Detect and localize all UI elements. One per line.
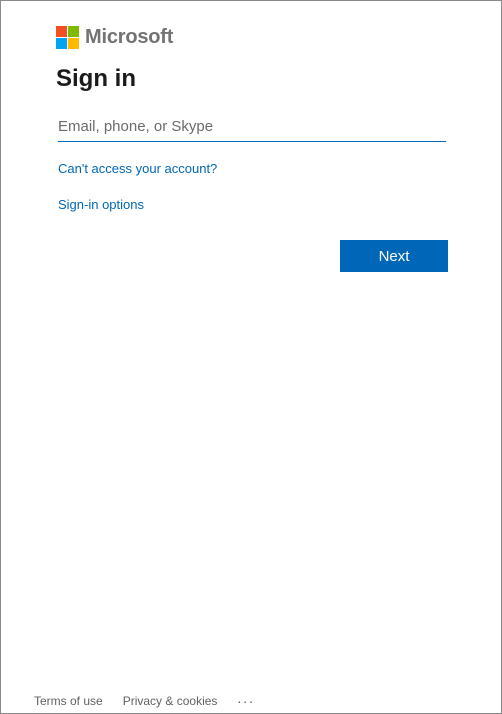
footer: Terms of use Privacy & cookies ... [34,690,255,709]
microsoft-wordmark: Microsoft [85,26,174,48]
page-title: Sign in [56,65,136,92]
microsoft-logo-icon [56,26,79,49]
next-button[interactable]: Next [340,240,448,272]
signin-options-link[interactable]: Sign-in options [58,197,144,212]
microsoft-logo: Microsoft [56,26,173,49]
signin-dialog: Microsoft Sign in Can't access your acco… [0,0,502,714]
more-options-icon[interactable]: ... [237,690,255,706]
email-field[interactable] [58,111,446,141]
logo-square-yellow [68,38,79,49]
logo-square-red [56,26,67,37]
terms-of-use-link[interactable]: Terms of use [34,694,103,708]
logo-square-green [68,26,79,37]
privacy-cookies-link[interactable]: Privacy & cookies [123,694,218,708]
cant-access-account-link[interactable]: Can't access your account? [58,161,217,176]
email-field-wrapper [58,111,446,142]
logo-square-blue [56,38,67,49]
